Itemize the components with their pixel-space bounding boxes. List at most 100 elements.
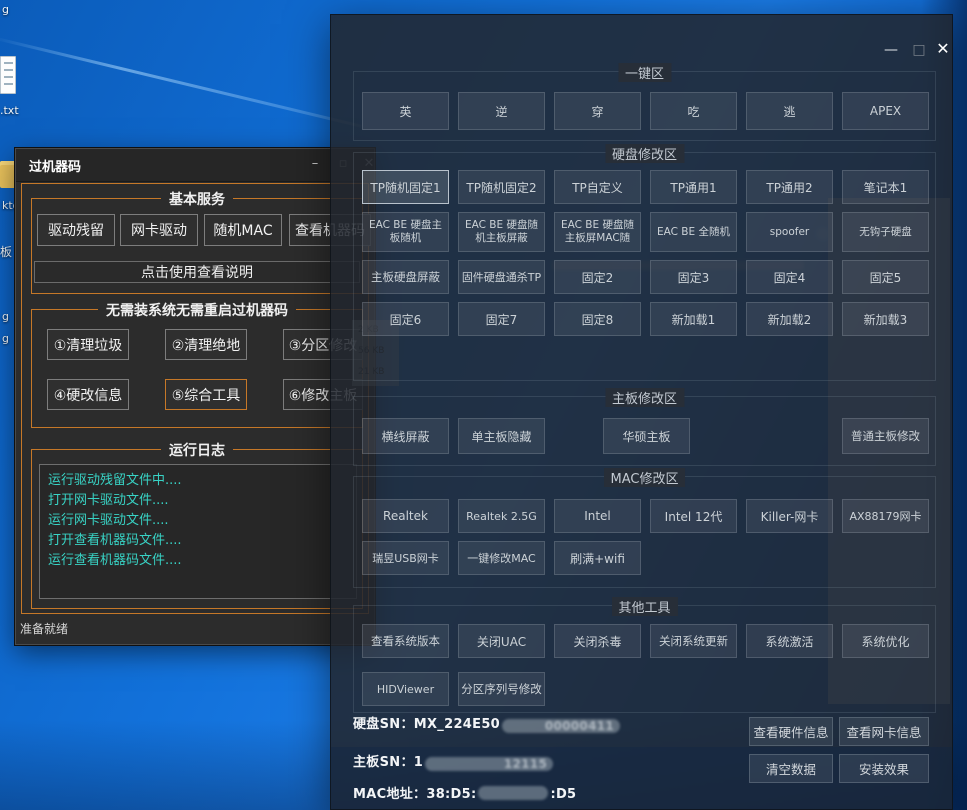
disk-btn-r1c1[interactable]: EAC BE 硬盘随机主板屏蔽 [458,212,545,252]
disk-btn-r2c3[interactable]: 固定3 [650,260,737,294]
onekey-btn-3[interactable]: 吃 [650,92,737,130]
disk-btn-r0c5[interactable]: 笔记本1 [842,170,929,204]
disk-btn-r0c3[interactable]: TP通用1 [650,170,737,204]
other-btn-sysver[interactable]: 查看系统版本 [362,624,449,658]
other-btn-antivirus[interactable]: 关闭杀毒 [554,624,641,658]
text-file-icon[interactable] [0,56,16,94]
disk-btn-r0c2[interactable]: TP自定义 [554,170,641,204]
disk-btn-r2c1[interactable]: 固件硬盘通杀TP [458,260,545,294]
onekey-btn-1[interactable]: 逆 [458,92,545,130]
screen: g .txt kto 板 g g 过机器码 – ▫ ✕ 基本服务 驱动残留 网卡… [0,0,967,810]
usage-help-button[interactable]: 点击使用查看说明 [34,261,360,283]
disk-btn-r1c0[interactable]: EAC BE 硬盘主板随机 [362,212,449,252]
driver-residue-button[interactable]: 驱动残留 [37,214,115,246]
mac-btn-wifi[interactable]: 刷满+wifi [554,541,641,575]
board-btn-asus[interactable]: 华硕主板 [603,418,690,454]
nic-driver-button[interactable]: 网卡驱动 [120,214,198,246]
minimize-icon[interactable]: – [304,153,326,175]
combined-tools-button[interactable]: ⑤综合工具 [165,379,247,410]
disk-btn-r2c4[interactable]: 固定4 [746,260,833,294]
disk-sn-row: 硬盘SN：MX_224E5000000411 [353,713,622,733]
desktop-icon-label-g2[interactable]: g [2,332,9,345]
mac-btn-killer[interactable]: Killer-网卡 [746,499,833,533]
minimize-icon[interactable]: — [879,39,903,61]
mac-btn-usb-nic[interactable]: 瑞昱USB网卡 [362,541,449,575]
mac-address-row: MAC地址：38:D5::D5 [353,783,576,802]
wallpaper-light-beam [0,36,362,128]
log-line: 运行查看机器码文件.... [48,551,348,571]
onekey-btn-2[interactable]: 穿 [554,92,641,130]
section-onekey-title: 一键区 [618,63,671,82]
disk-btn-r3c1[interactable]: 固定7 [458,302,545,336]
clean-trash-button[interactable]: ①清理垃圾 [47,329,129,360]
board-btn-1[interactable]: 单主板隐藏 [458,418,545,454]
mac-btn-ax88179[interactable]: AX88179网卡 [842,499,929,533]
section-other-tools-title: 其他工具 [611,597,677,616]
disk-sn-label: 硬盘SN： [353,717,414,732]
machine-code-window-title: 过机器码 [29,156,81,175]
other-btn-uac[interactable]: 关闭UAC [458,624,545,658]
other-btn-optimize[interactable]: 系统优化 [842,624,929,658]
mac-value: 38:D5: [426,787,476,802]
board-btn-generic[interactable]: 普通主板修改 [842,418,929,454]
install-effect-button[interactable]: 安装效果 [839,754,929,783]
group-run-log-title: 运行日志 [161,440,233,460]
mac-redaction [478,786,548,800]
section-mac-title: MAC修改区 [604,468,686,487]
other-btn-partition-sn[interactable]: 分区序列号修改 [458,672,545,706]
log-line: 打开网卡驱动文件.... [48,491,348,511]
clean-pubg-button[interactable]: ②清理绝地 [165,329,247,360]
run-log-panel[interactable]: 运行驱动残留文件中.... 打开网卡驱动文件.... 运行网卡驱动文件.... … [39,464,357,599]
mac-btn-intel[interactable]: Intel [554,499,641,533]
clear-data-button[interactable]: 清空数据 [749,754,833,783]
disk-btn-r0c4[interactable]: TP通用2 [746,170,833,204]
section-disk-title: 硬盘修改区 [605,144,684,163]
mac-btn-realtek25g[interactable]: Realtek 2.5G [458,499,545,533]
disk-btn-r3c0[interactable]: 固定6 [362,302,449,336]
view-hardware-info-button[interactable]: 查看硬件信息 [749,717,833,746]
log-line: 运行网卡驱动文件.... [48,511,348,531]
text-file-label[interactable]: .txt [0,104,19,117]
disk-btn-r1c2[interactable]: EAC BE 硬盘随主板屏MAC随 [554,212,641,252]
other-btn-update[interactable]: 关闭系统更新 [650,624,737,658]
disk-btn-r3c3[interactable]: 新加载1 [650,302,737,336]
other-btn-hidviewer[interactable]: HIDViewer [362,672,449,706]
disk-btn-r3c2[interactable]: 固定8 [554,302,641,336]
modifier-tool-window: — □ ✕ 一键区 英 逆 穿 吃 逃 APEX 硬盘修改区 TP随机固定1 T… [330,14,953,810]
section-board-title: 主板修改区 [605,388,684,407]
disk-btn-r2c5[interactable]: 固定5 [842,260,929,294]
hard-modify-info-button[interactable]: ④硬改信息 [47,379,129,410]
mac-btn-realtek[interactable]: Realtek [362,499,449,533]
mac-btn-onekey-mac[interactable]: 一键修改MAC [458,541,545,575]
close-icon[interactable]: ✕ [931,38,955,60]
disk-btn-r0c0[interactable]: TP随机固定1 [362,170,449,204]
disk-btn-r2c2[interactable]: 固定2 [554,260,641,294]
group-basic-services: 基本服务 驱动残留 网卡驱动 随机MAC 查看机器码 点击使用查看说明 [31,198,363,294]
group-no-reinstall-title: 无需装系统无需重启过机器码 [98,300,296,320]
desktop-icon-label-ban[interactable]: 板 [0,243,12,260]
view-nic-info-button[interactable]: 查看网卡信息 [839,717,929,746]
disk-btn-r3c4[interactable]: 新加载2 [746,302,833,336]
onekey-btn-apex[interactable]: APEX [842,92,929,130]
board-btn-0[interactable]: 横线屏蔽 [362,418,449,454]
folder-icon[interactable] [0,161,16,188]
disk-btn-r1c3[interactable]: EAC BE 全随机 [650,212,737,252]
disk-btn-r0c1[interactable]: TP随机固定2 [458,170,545,204]
disk-btn-r1c5[interactable]: 无钩子硬盘 [842,212,929,252]
onekey-btn-4[interactable]: 逃 [746,92,833,130]
disk-sn-value: MX_224E50 [414,717,500,732]
disk-btn-r3c5[interactable]: 新加载3 [842,302,929,336]
disk-btn-spoofer[interactable]: spoofer [746,212,833,252]
board-sn-label: 主板SN： [353,755,414,770]
machine-code-window: 过机器码 – ▫ ✕ 基本服务 驱动残留 网卡驱动 随机MAC 查看机器码 点击… [15,148,375,645]
onekey-btn-0[interactable]: 英 [362,92,449,130]
desktop-icon-label-g1[interactable]: g [2,310,9,323]
other-btn-activate[interactable]: 系统激活 [746,624,833,658]
disk-btn-r2c0[interactable]: 主板硬盘屏蔽 [362,260,449,294]
mac-btn-intel12[interactable]: Intel 12代 [650,499,737,533]
modifier-titlebar[interactable] [331,15,952,63]
machine-code-titlebar[interactable]: 过机器码 – ▫ ✕ [16,149,374,182]
maximize-icon[interactable]: □ [907,39,931,61]
desktop-icon-label-top[interactable]: g [2,3,9,16]
random-mac-button[interactable]: 随机MAC [204,214,282,246]
